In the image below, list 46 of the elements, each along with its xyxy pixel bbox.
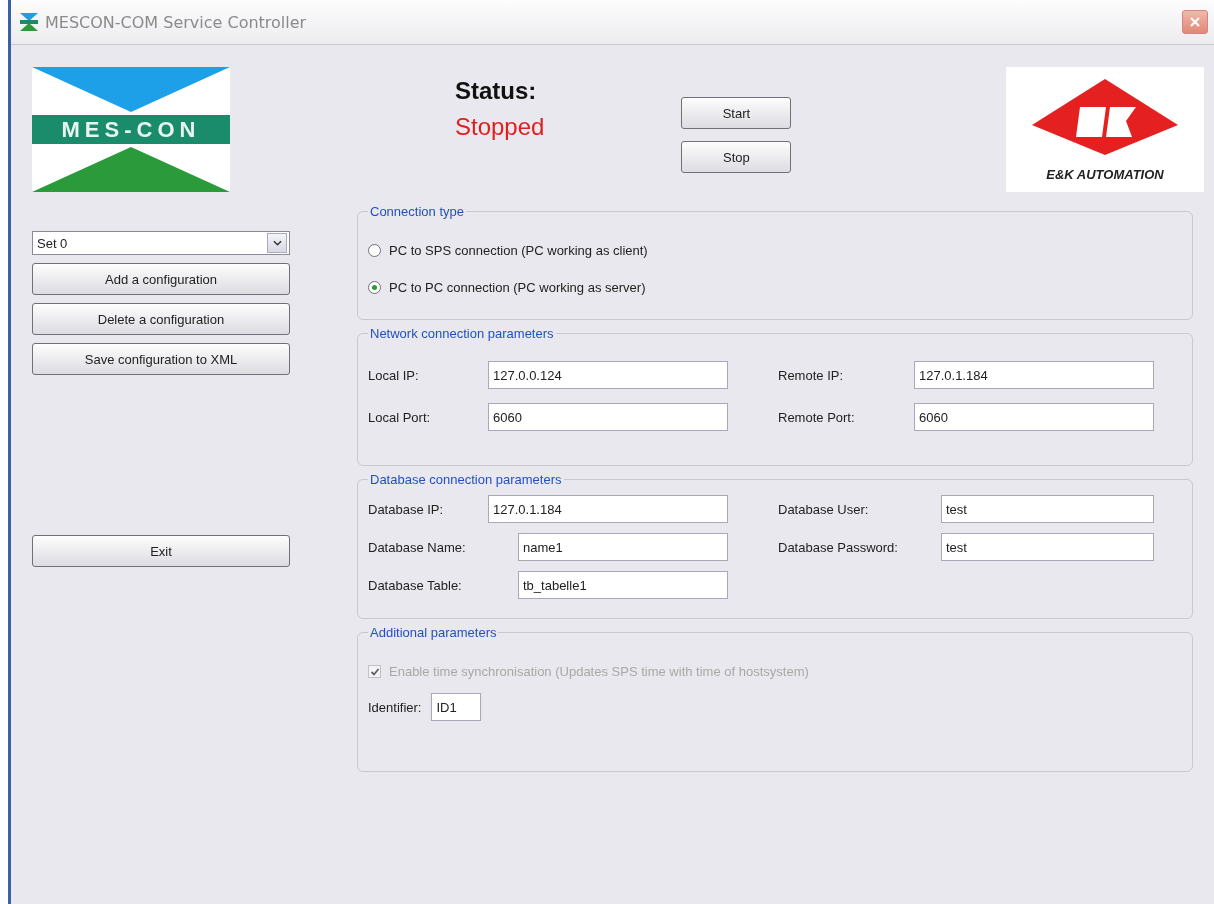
field-label: Database Password:: [778, 539, 899, 555]
input-field[interactable]: 127.0.0.124: [488, 361, 728, 389]
input-field[interactable]: test: [941, 533, 1154, 561]
input-field[interactable]: test: [941, 495, 1154, 523]
field-label: Local IP:: [368, 367, 420, 383]
config-button[interactable]: Delete a configuration: [32, 303, 290, 335]
input-field[interactable]: tb_tabelle1: [518, 571, 728, 599]
close-icon: [1189, 16, 1201, 28]
radio-button[interactable]: [368, 244, 381, 257]
input-field[interactable]: 6060: [488, 403, 728, 431]
group-title: Database connection parameters: [369, 472, 563, 487]
field-label: Remote Port:: [778, 409, 856, 425]
radio-option[interactable]: PC to SPS connection (PC working as client): [368, 243, 1182, 258]
exit-button[interactable]: Exit: [32, 535, 290, 567]
logo-text: MES-CON: [32, 115, 230, 144]
group-title: Network connection parameters: [369, 326, 555, 341]
config-button[interactable]: Save configuration to XML: [32, 343, 290, 375]
input-field[interactable]: ID1: [431, 693, 482, 721]
field-label: Identifier:: [368, 699, 422, 715]
radio-option[interactable]: PC to PC connection (PC working as server): [368, 280, 1182, 295]
field-label: Remote IP:: [778, 367, 845, 383]
status-label: Status:: [455, 77, 538, 105]
diamond-logo-icon: [1030, 77, 1180, 157]
window-title: MESCON-COM Service Controller: [45, 12, 307, 32]
logo-text: E&K AUTOMATION: [1046, 167, 1164, 182]
service-button[interactable]: Stop: [681, 141, 792, 173]
input-field[interactable]: name1: [518, 533, 728, 561]
close-button[interactable]: [1182, 10, 1208, 34]
field-label: Database IP:: [368, 501, 445, 517]
app-icon: [19, 12, 39, 32]
service-button[interactable]: Start: [681, 97, 792, 129]
group-title: Connection type: [369, 204, 465, 219]
field-label: Database User:: [778, 501, 870, 517]
field-label: Database Table:: [368, 577, 463, 593]
input-field[interactable]: 127.0.1.184: [488, 495, 728, 523]
config-select[interactable]: Set 0: [32, 231, 290, 255]
radio-button[interactable]: [368, 281, 381, 294]
field-label: Local Port:: [368, 409, 432, 425]
field-label: Database Name:: [368, 539, 467, 555]
config-button[interactable]: Add a configuration: [32, 263, 290, 295]
input-field[interactable]: 127.0.1.184: [914, 361, 1154, 389]
input-field[interactable]: 6060: [914, 403, 1154, 431]
status-value: Stopped: [455, 113, 545, 141]
chevron-down-icon: [272, 240, 282, 246]
checkmark-icon: [369, 666, 380, 677]
group-title: Additional parameters: [369, 625, 498, 640]
